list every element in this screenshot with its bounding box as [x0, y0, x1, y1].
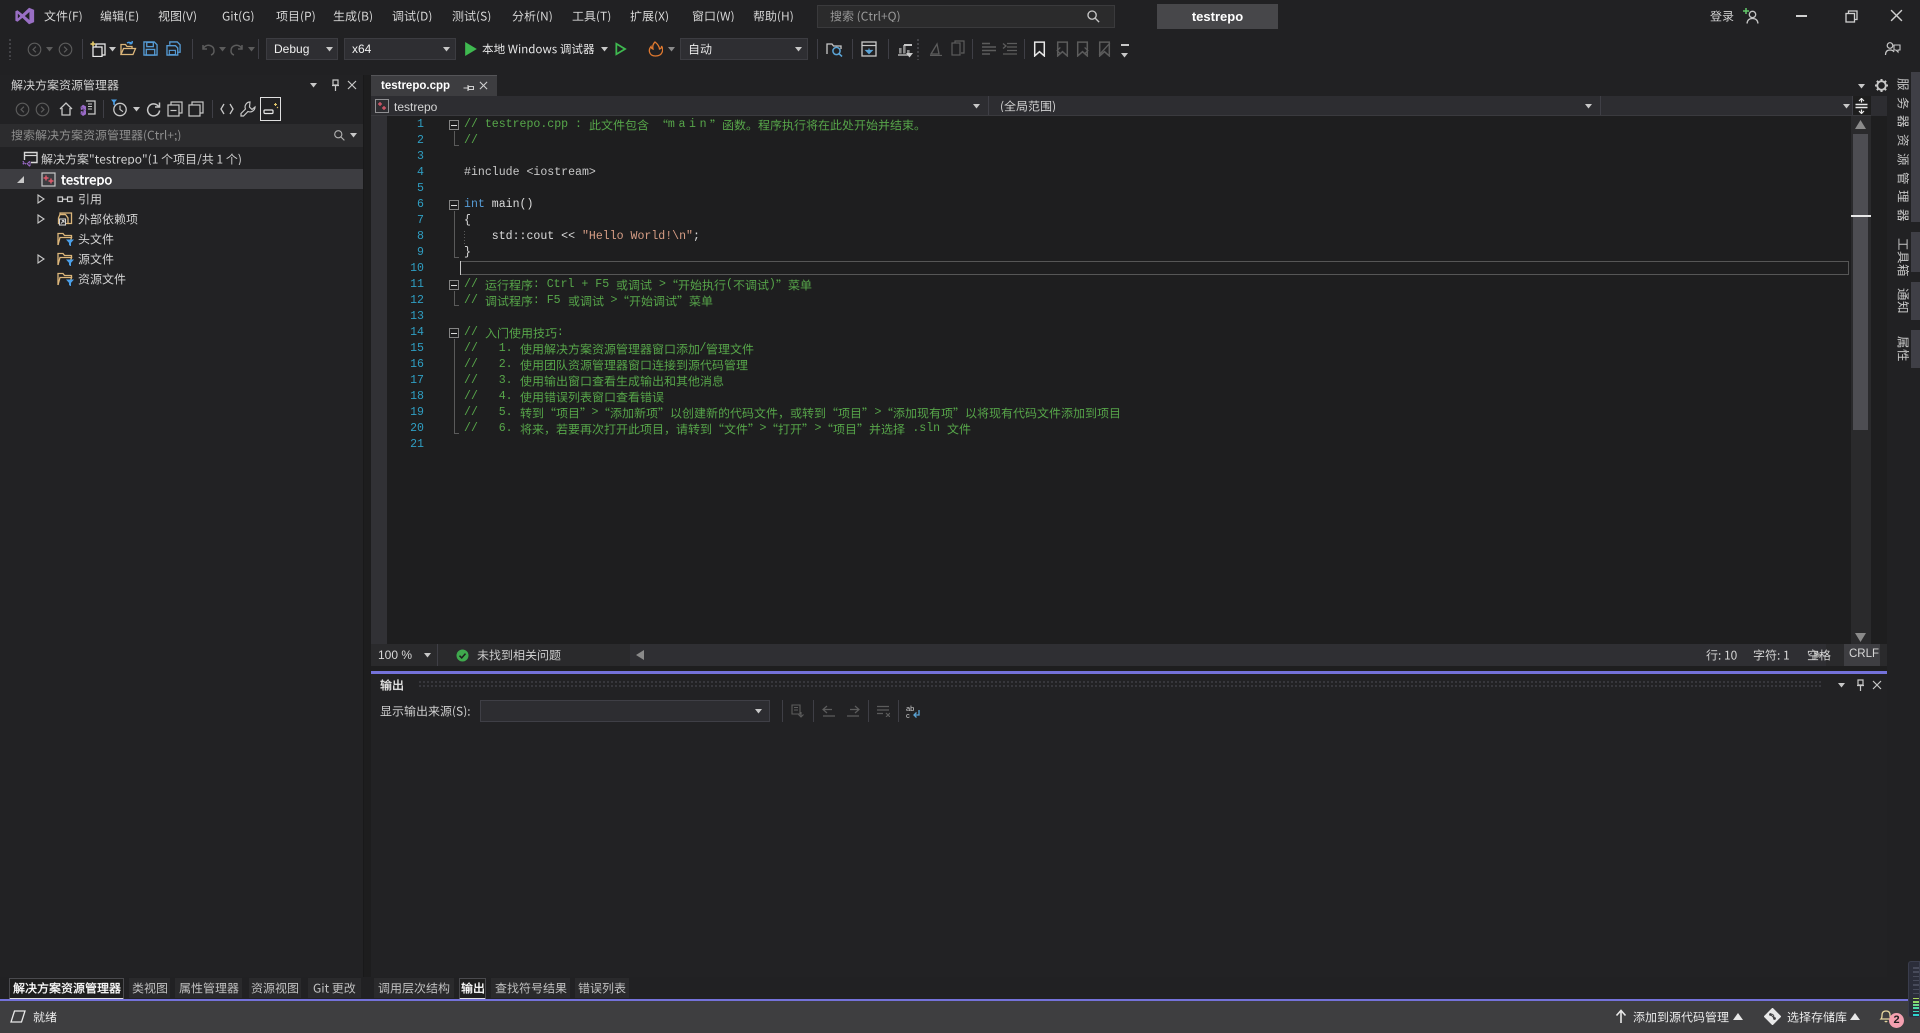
svg-text:c: c [906, 711, 910, 719]
